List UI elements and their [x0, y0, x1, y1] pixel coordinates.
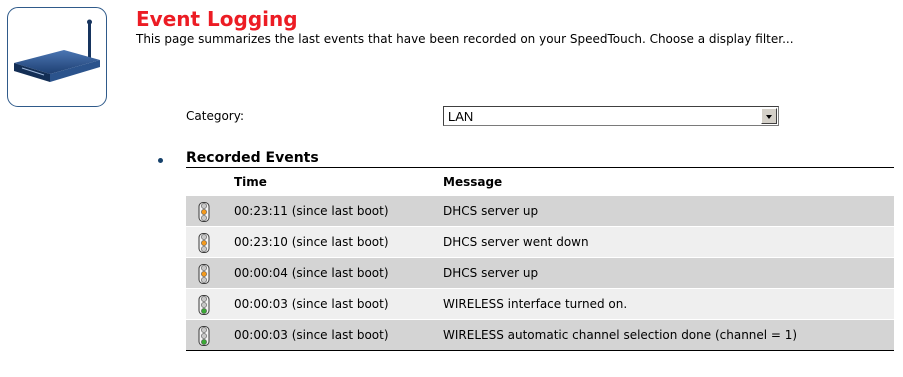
page-title: Event Logging [136, 7, 298, 31]
page-description: This page summarizes the last events tha… [136, 32, 794, 46]
table-row: 00:23:10 (since last boot) DHCS server w… [186, 227, 894, 258]
event-time: 00:00:03 (since last boot) [234, 297, 389, 311]
event-time: 00:23:10 (since last boot) [234, 235, 389, 249]
category-select[interactable]: LAN [443, 106, 779, 126]
event-message: WIRELESS automatic channel selection don… [443, 328, 798, 342]
traffic-light-icon [198, 326, 210, 346]
bullet-icon [158, 158, 163, 163]
event-time: 00:00:04 (since last boot) [234, 266, 389, 280]
section-title: Recorded Events [186, 150, 319, 166]
traffic-light-icon [198, 264, 210, 284]
category-label: Category: [186, 109, 244, 123]
event-message: DHCS server up [443, 204, 539, 218]
event-time: 00:00:03 (since last boot) [234, 328, 389, 342]
traffic-light-icon [198, 295, 210, 315]
table-row: 00:23:11 (since last boot) DHCS server u… [186, 196, 894, 227]
table-row: 00:00:04 (since last boot) DHCS server u… [186, 258, 894, 289]
traffic-light-icon [198, 202, 210, 222]
column-header-message: Message [443, 175, 503, 189]
event-message: WIRELESS interface turned on. [443, 297, 628, 311]
column-header-time: Time [234, 175, 267, 189]
event-message: DHCS server went down [443, 235, 589, 249]
event-message: DHCS server up [443, 266, 539, 280]
traffic-light-icon [198, 233, 210, 253]
table-row: 00:00:03 (since last boot) WIRELESS inte… [186, 289, 894, 320]
table-row: 00:00:03 (since last boot) WIRELESS auto… [186, 320, 894, 351]
category-select-value: LAN [448, 109, 474, 124]
dropdown-arrow-icon[interactable] [761, 108, 777, 124]
event-time: 00:23:11 (since last boot) [234, 204, 389, 218]
router-icon [7, 7, 107, 107]
section-divider [186, 167, 894, 168]
